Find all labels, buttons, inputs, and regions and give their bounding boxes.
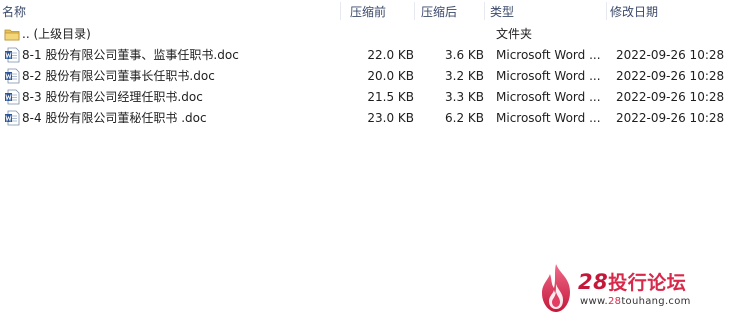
watermark-url-accent: 28 bbox=[608, 296, 622, 307]
file-name: 8-1 股份有限公司董事、监事任职书.doc bbox=[22, 48, 239, 62]
word-doc-icon bbox=[5, 68, 20, 84]
file-type: Microsoft Word ... bbox=[496, 69, 601, 83]
file-modified: 2022-09-26 10:28 bbox=[616, 69, 725, 83]
word-doc-icon bbox=[5, 47, 20, 63]
watermark-name: 投行论坛 bbox=[608, 272, 687, 294]
column-header: 名称 压缩前 压缩后 类型 修改日期 bbox=[0, 0, 734, 22]
column-header-size[interactable]: 压缩前 bbox=[350, 4, 386, 20]
file-row[interactable]: 8-3 股份有限公司经理任职书.doc 21.5 KB 3.3 KB Micro… bbox=[0, 87, 734, 108]
watermark-url: www.28touhang.com bbox=[580, 296, 691, 307]
watermark-number: 28 bbox=[578, 270, 609, 294]
file-size: 21.5 KB bbox=[367, 90, 414, 104]
file-row-parent-folder[interactable]: .. (上级目录) 文件夹 bbox=[0, 24, 734, 45]
file-compressed-size: 3.3 KB bbox=[445, 90, 484, 104]
file-compressed-size: 6.2 KB bbox=[445, 111, 484, 125]
word-doc-icon bbox=[5, 110, 20, 126]
file-size: 23.0 KB bbox=[367, 111, 414, 125]
file-name: .. (上级目录) bbox=[22, 27, 91, 41]
file-type: 文件夹 bbox=[496, 27, 533, 41]
word-doc-icon bbox=[5, 89, 20, 105]
file-name: 8-4 股份有限公司董秘任职书 .doc bbox=[22, 111, 207, 125]
column-header-modified[interactable]: 修改日期 bbox=[610, 4, 658, 20]
column-divider[interactable] bbox=[340, 2, 341, 20]
file-size bbox=[340, 24, 414, 45]
file-row[interactable]: 8-2 股份有限公司董事长任职书.doc 20.0 KB 3.2 KB Micr… bbox=[0, 66, 734, 87]
watermark-logo: 28投行论坛 www.28touhang.com bbox=[536, 262, 726, 318]
column-header-compressed[interactable]: 压缩后 bbox=[421, 4, 457, 20]
file-row[interactable]: 8-1 股份有限公司董事、监事任职书.doc 22.0 KB 3.6 KB Mi… bbox=[0, 45, 734, 66]
column-divider[interactable] bbox=[414, 2, 415, 20]
file-name: 8-2 股份有限公司董事长任职书.doc bbox=[22, 69, 215, 83]
file-row[interactable]: 8-4 股份有限公司董秘任职书 .doc 23.0 KB 6.2 KB Micr… bbox=[0, 108, 734, 129]
file-compressed-size bbox=[414, 24, 484, 45]
file-modified: 2022-09-26 10:28 bbox=[616, 48, 725, 62]
file-modified bbox=[616, 24, 728, 45]
file-type: Microsoft Word ... bbox=[496, 90, 601, 104]
flame-logo-icon bbox=[542, 264, 570, 312]
column-divider[interactable] bbox=[606, 2, 607, 20]
folder-up-icon bbox=[4, 29, 20, 41]
watermark-title: 28投行论坛 bbox=[578, 268, 686, 295]
watermark-url-prefix: www. bbox=[580, 296, 608, 307]
file-modified: 2022-09-26 10:28 bbox=[616, 111, 725, 125]
column-header-type[interactable]: 类型 bbox=[490, 4, 514, 20]
column-header-name[interactable]: 名称 bbox=[2, 4, 26, 20]
file-modified: 2022-09-26 10:28 bbox=[616, 90, 725, 104]
file-compressed-size: 3.6 KB bbox=[445, 48, 484, 62]
file-size: 22.0 KB bbox=[367, 48, 414, 62]
column-divider[interactable] bbox=[484, 2, 485, 20]
file-compressed-size: 3.2 KB bbox=[445, 69, 484, 83]
file-type: Microsoft Word ... bbox=[496, 111, 601, 125]
file-type: Microsoft Word ... bbox=[496, 48, 601, 62]
file-size: 20.0 KB bbox=[367, 69, 414, 83]
file-name: 8-3 股份有限公司经理任职书.doc bbox=[22, 90, 203, 104]
watermark-url-suffix: touhang.com bbox=[621, 296, 691, 307]
